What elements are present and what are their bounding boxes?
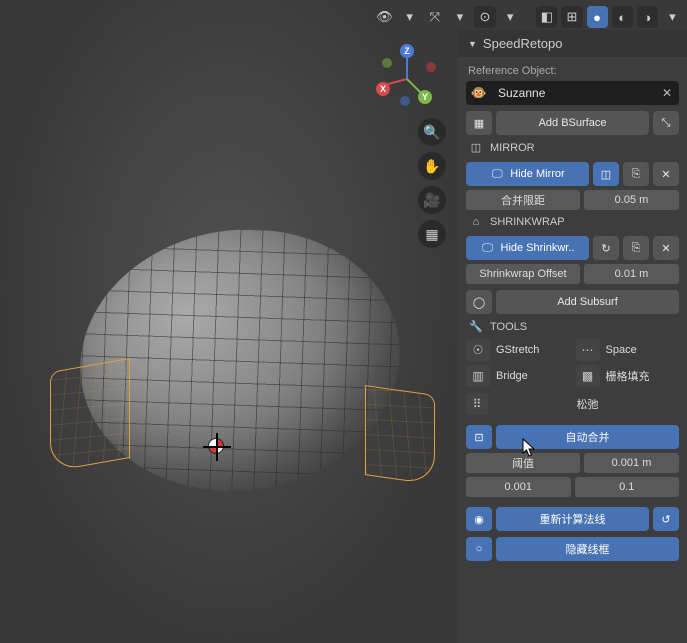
shrinkwrap-heading: ⌂ SHRINKWRAP [466,210,679,230]
chevron-down-icon[interactable]: ▾ [449,6,470,28]
refresh-icon[interactable]: ↻ [593,236,619,260]
panel-title: SpeedRetopo [483,36,563,51]
threshold-max[interactable]: 0.1 [575,477,680,497]
reference-object-field[interactable]: 🐵 Suzanne ✕ [466,81,679,105]
apply-icon[interactable]: ⎘ [623,162,649,186]
mirror-clip-button[interactable]: ◫ [593,162,619,186]
gstretch-button[interactable]: GStretch [496,344,570,356]
expand-icon[interactable]: ⤡ [653,111,679,135]
apply-icon[interactable]: ⎘ [623,236,649,260]
bridge-icon[interactable]: ▥ [466,365,490,387]
automerge-button[interactable]: 自动合并 [496,425,679,449]
gizmo-neg-z-icon[interactable] [400,96,410,106]
hide-wireframe-button[interactable]: 隐藏线框 [496,537,679,561]
gizmo-neg-x-icon[interactable] [426,62,436,72]
subsurf-icon[interactable]: ◯ [466,290,492,314]
mesh-icon: 🐵 [466,85,492,101]
add-subsurf-button[interactable]: Add Subsurf [496,290,679,314]
space-button[interactable]: Space [606,344,680,356]
panel-header[interactable]: ▼ SpeedRetopo [458,30,687,57]
merge-distance-value[interactable]: 0.05 m [584,190,679,210]
reference-label: Reference Object: [466,61,679,81]
monitor-icon: 🖵 [490,168,504,181]
hide-mirror-button[interactable]: 🖵 Hide Mirror [466,162,589,186]
clear-icon[interactable]: ✕ [655,86,679,100]
threshold-min[interactable]: 0.001 [466,477,571,497]
monitor-icon: 🖵 [481,242,495,255]
relax-icon[interactable]: ⠿ [466,393,488,415]
recalc-normals-button[interactable]: 重新计算法线 [496,507,649,531]
shrinkwrap-offset-label: Shrinkwrap Offset [466,264,580,284]
gizmo-neg-y-icon[interactable] [382,58,392,68]
selection-right[interactable] [365,385,435,485]
header-toolbar: 👁 ▾ ⤧ ▾ ⊙ ▾ ◧ ⊞ ● ◐ ◑ ▾ [370,4,687,30]
shrinkwrap-offset-value[interactable]: 0.01 m [584,264,679,284]
automerge-toggle-icon[interactable]: ⊡ [466,425,492,449]
cursor-3d-icon [208,438,224,454]
grid-icon[interactable]: ▦ [466,111,492,135]
tools-heading: 🔧 TOOLS [466,314,679,335]
mirror-heading: ◫ MIRROR [466,135,679,156]
remove-icon[interactable]: ✕ [653,162,679,186]
xray-icon[interactable]: ◧ [536,6,557,28]
gridfill-button[interactable]: 栅格填充 [606,368,680,384]
remove-icon[interactable]: ✕ [653,236,679,260]
wireframe-toggle-icon[interactable]: ○ [466,537,492,561]
gizmo-z-icon[interactable]: Z [400,44,414,58]
hide-shrinkwrap-button[interactable]: 🖵 Hide Shrinkwr.. [466,236,589,260]
zoom-icon[interactable]: 🔍 [418,118,446,146]
chevron-down-icon[interactable]: ▾ [500,6,521,28]
merge-distance-label: 合并限距 [466,190,580,210]
threshold-value[interactable]: 0.001 m [584,453,679,473]
gstretch-icon[interactable]: ☉ [466,339,490,361]
bridge-button[interactable]: Bridge [496,370,570,382]
add-bsurface-button[interactable]: Add BSurface [496,111,649,135]
perspective-icon[interactable]: ▦ [418,220,446,248]
disclosure-triangle-icon: ▼ [468,39,477,49]
viewport-side-tools: 🔍 ✋ 🎥 ▦ [418,118,446,248]
visibility-icon[interactable]: 👁 [374,6,395,28]
mirror-icon: ◫ [468,141,484,154]
overlay-icon[interactable]: ⊙ [474,6,495,28]
shading-rendered-icon[interactable]: ◑ [637,6,658,28]
selection-left[interactable] [50,358,130,472]
shading-wire-icon[interactable]: ⊞ [561,6,582,28]
chevron-down-icon[interactable]: ▾ [399,6,420,28]
normals-icon[interactable]: ◉ [466,507,492,531]
viewport-3d[interactable]: Z X Y 🔍 ✋ 🎥 ▦ [0,0,458,643]
pan-icon[interactable]: ✋ [418,152,446,180]
reference-value: Suzanne [492,86,655,100]
relax-button[interactable]: 松弛 [496,396,679,412]
gizmo-y-icon[interactable]: Y [418,90,432,104]
orientation-gizmo[interactable]: Z X Y [376,48,438,110]
space-icon[interactable]: ⋯ [576,339,600,361]
shrinkwrap-icon: ⌂ [468,216,484,228]
shading-solid-icon[interactable]: ● [587,6,608,28]
threshold-label: 阈值 [466,453,580,473]
gizmo-x-icon[interactable]: X [376,82,390,96]
camera-icon[interactable]: 🎥 [418,186,446,214]
chevron-down-icon[interactable]: ▾ [662,6,683,28]
gridfill-icon[interactable]: ▩ [576,365,600,387]
gizmo-toggle-icon[interactable]: ⤧ [424,6,445,28]
speedretopo-panel: ▼ SpeedRetopo Reference Object: 🐵 Suzann… [458,30,687,643]
flip-normals-icon[interactable]: ↺ [653,507,679,531]
shading-material-icon[interactable]: ◐ [612,6,633,28]
wrench-icon: 🔧 [468,320,484,333]
